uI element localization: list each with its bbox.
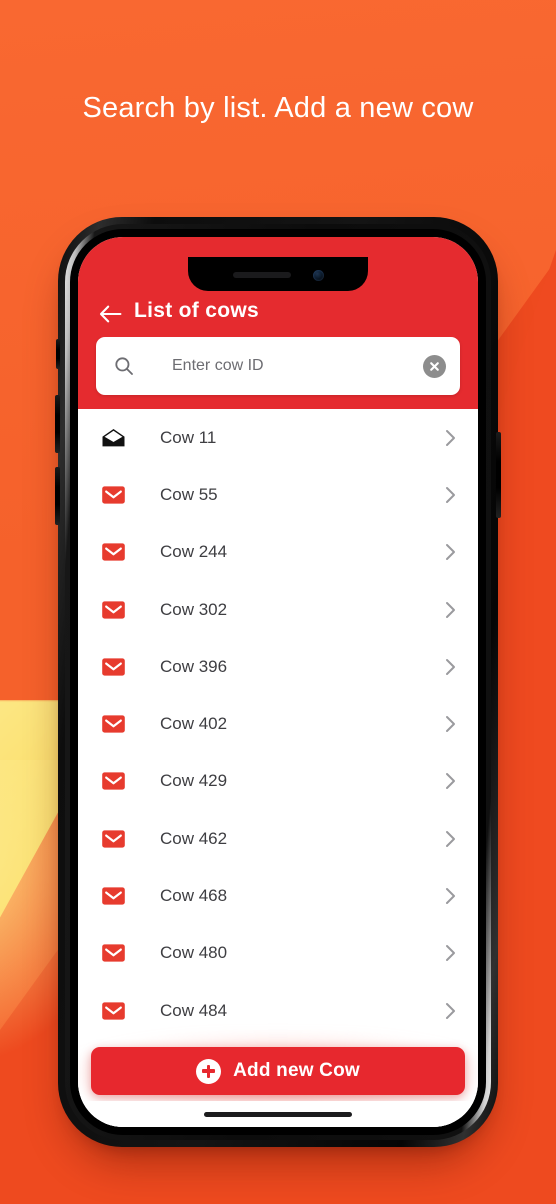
- search-bar[interactable]: [96, 337, 460, 395]
- add-new-cow-label: Add new Cow: [233, 1060, 360, 1081]
- speaker-slot-icon: [232, 272, 291, 278]
- mail-closed-icon: [100, 542, 126, 563]
- chevron-right-icon: [445, 543, 456, 561]
- chevron-right-icon: [445, 830, 456, 848]
- arrow-left-icon: [99, 305, 123, 323]
- home-indicator-area: [78, 1101, 478, 1127]
- chevron-right-icon: [445, 715, 456, 733]
- mute-switch-button[interactable]: [56, 339, 60, 369]
- chevron-right-icon: [445, 601, 456, 619]
- mail-closed-icon: [100, 714, 126, 735]
- search-section: [78, 337, 478, 409]
- front-camera-icon: [312, 269, 324, 281]
- list-item[interactable]: Cow 462: [78, 810, 478, 867]
- close-icon: [430, 361, 439, 371]
- mail-closed-icon: [100, 599, 126, 620]
- search-icon: [114, 356, 134, 376]
- mail-open-icon: [100, 427, 126, 448]
- list-item-label: Cow 429: [160, 771, 228, 791]
- volume-down-button[interactable]: [55, 467, 60, 525]
- list-item-label: Cow 480: [160, 943, 228, 963]
- list-item[interactable]: Cow 302: [78, 581, 478, 638]
- cta-glow: Add new Cow: [91, 1047, 465, 1095]
- list-item[interactable]: Cow 484: [78, 982, 478, 1039]
- list-item-label: Cow 402: [160, 714, 228, 734]
- clear-search-button[interactable]: [423, 354, 446, 378]
- chevron-right-icon: [445, 1002, 456, 1020]
- plus-circle-icon: [196, 1058, 222, 1084]
- mail-closed-icon: [100, 771, 126, 792]
- chevron-right-icon: [445, 658, 456, 676]
- back-button[interactable]: [88, 305, 134, 323]
- phone-screen: List of cows Enter cow ID Cow 11 Cow 55 …: [78, 237, 478, 1127]
- list-item[interactable]: Cow 55: [78, 466, 478, 523]
- list-item[interactable]: Cow 396: [78, 638, 478, 695]
- list-item[interactable]: Cow 468: [78, 867, 478, 924]
- mail-closed-icon: [100, 943, 126, 964]
- list-item-label: Cow 468: [160, 886, 228, 906]
- list-item-label: Cow 11: [160, 427, 217, 447]
- list-item[interactable]: Cow 402: [78, 695, 478, 752]
- list-item-label: Cow 396: [160, 656, 228, 676]
- list-item-label: Cow 244: [160, 542, 228, 562]
- power-button[interactable]: [496, 432, 501, 518]
- mail-closed-icon: [100, 886, 126, 907]
- list-item-label: Cow 302: [160, 599, 228, 619]
- list-item-label: Cow 462: [160, 828, 228, 848]
- mail-closed-icon: [100, 656, 126, 677]
- list-item-label: Cow 484: [160, 1000, 228, 1020]
- phone-frame: List of cows Enter cow ID Cow 11 Cow 55 …: [55, 217, 501, 1147]
- promo-screenshot: Search by list. Add a new cow List of co…: [0, 0, 556, 1204]
- chevron-right-icon: [445, 486, 456, 504]
- list-item[interactable]: Cow 429: [78, 753, 478, 810]
- mail-closed-icon: [100, 828, 126, 849]
- list-item[interactable]: Cow 11: [78, 409, 478, 466]
- home-indicator[interactable]: [204, 1111, 352, 1117]
- page-title: List of cows: [134, 299, 259, 322]
- list-item-label: Cow 55: [160, 484, 218, 504]
- mail-closed-icon: [100, 1000, 126, 1021]
- add-new-cow-button[interactable]: Add new Cow: [91, 1047, 465, 1095]
- mail-closed-icon: [100, 484, 126, 505]
- chevron-right-icon: [445, 887, 456, 905]
- cow-list[interactable]: Cow 11 Cow 55 Cow 244 Cow 302 Cow 396 Cow 402…: [78, 409, 478, 1049]
- phone-mockup: List of cows Enter cow ID Cow 11 Cow 55 …: [55, 217, 501, 1147]
- chevron-right-icon: [445, 944, 456, 962]
- phone-notch: [188, 257, 368, 291]
- list-item[interactable]: Cow 244: [78, 524, 478, 581]
- promo-headline: Search by list. Add a new cow: [82, 92, 474, 124]
- volume-up-button[interactable]: [55, 395, 60, 453]
- chevron-right-icon: [445, 429, 456, 447]
- list-item[interactable]: Cow 480: [78, 925, 478, 982]
- search-input[interactable]: [134, 357, 423, 375]
- chevron-right-icon: [445, 772, 456, 790]
